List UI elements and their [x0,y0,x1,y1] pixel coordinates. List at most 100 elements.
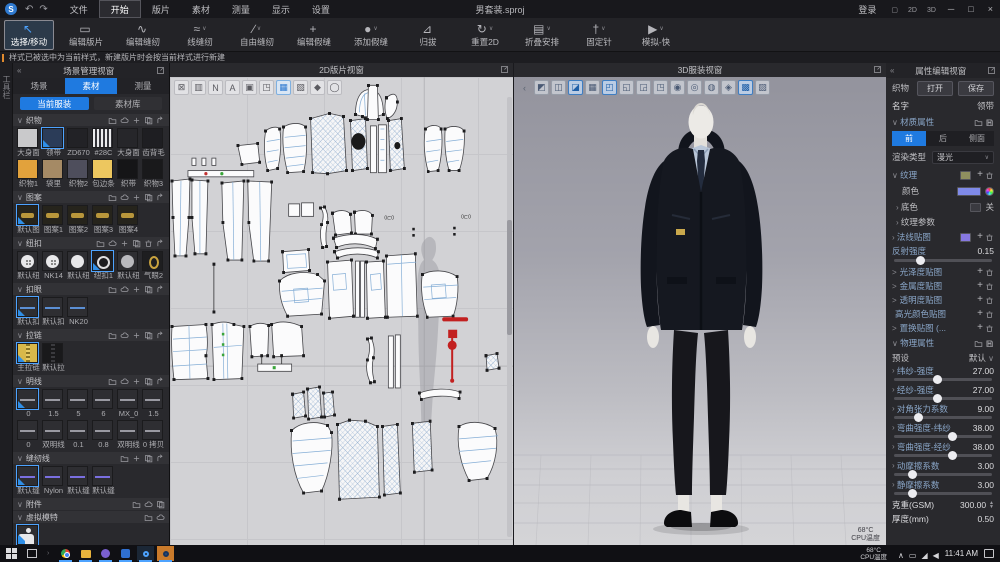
physics-section-header[interactable]: ∨ 物理属性 [886,335,1000,351]
section-action-icon[interactable] [156,500,165,509]
3d-tool-icon[interactable]: ◪ [568,80,583,95]
button-item[interactable]: 默认纽 [17,251,40,280]
section-action-icon[interactable] [156,193,165,202]
save-icon[interactable] [985,339,994,348]
2d-tool-icon[interactable]: ▦ [276,80,291,95]
preset-value[interactable]: 默认 [969,352,986,364]
map-row[interactable]: > 金属度贴图 + [886,279,1000,293]
add-icon[interactable]: + [977,267,983,277]
menu-item[interactable]: 版片 [141,0,181,18]
section-action-icon[interactable] [132,285,141,294]
menu-item[interactable]: 素材 [181,0,221,18]
slider-knob[interactable] [916,256,925,265]
panel-tab[interactable]: 素材 [65,78,117,94]
ribbon-tool-button[interactable]: + 编辑假缝 [289,20,339,50]
button-item[interactable]: 默认纽 [117,251,140,280]
login-button[interactable]: 登录 [858,3,876,16]
trash-icon[interactable] [985,233,994,242]
menu-item[interactable]: 测量 [221,0,261,18]
pattern-item[interactable]: 默认图 [17,205,40,234]
fabric-item[interactable]: 袋里 [42,159,65,188]
param-slider[interactable] [894,378,992,381]
float-window-icon[interactable] [500,65,509,74]
slider-knob[interactable] [908,470,917,479]
menu-item[interactable]: 开始 [99,0,141,18]
3d-tool-icon[interactable]: ◱ [619,80,634,95]
float-window-icon[interactable] [987,66,996,75]
section-action-icon[interactable] [120,454,129,463]
section-action-icon[interactable] [108,239,117,248]
topstitch-item[interactable]: 0 拷贝 [142,420,165,449]
section-action-icon[interactable] [108,377,117,386]
fabric-item[interactable]: 齿背毛 [142,128,165,157]
section-action-icon[interactable] [144,454,153,463]
section-action-icon[interactable] [120,377,129,386]
section-action-icon[interactable] [156,116,165,125]
section-action-icon[interactable] [144,377,153,386]
section-action-icon[interactable] [108,116,117,125]
topstitch-item[interactable]: 6 [92,389,115,418]
material-section-header[interactable]: ∨ 材质属性 [886,114,1000,130]
start-button[interactable] [6,548,17,559]
collapsed-panel-tab[interactable]: 工具栏 [0,63,13,545]
ribbon-tool-button[interactable]: ●∨ 添加假缝 [346,20,396,50]
button-item[interactable]: 默认纽 [67,251,90,280]
param-slider[interactable] [894,492,992,495]
texture-row[interactable]: ∨ 纹理 + [886,167,1000,183]
trash-icon[interactable] [985,310,994,319]
float-window-icon[interactable] [156,66,165,75]
task-view-button[interactable] [27,549,37,558]
topstitch-item[interactable]: 1.5 [42,389,65,418]
buttonhole-item[interactable]: 默认扣 [17,297,40,326]
tray-icon[interactable]: ∧ [898,551,904,560]
3d-tool-icon[interactable]: ◳ [653,80,668,95]
thread-item[interactable]: 默认缝 [92,466,115,495]
save-icon[interactable] [985,118,994,127]
normal-map-row[interactable]: › 法线贴图 + [886,229,1000,245]
param-slider[interactable] [894,416,992,419]
fabric-item[interactable]: #28C [92,128,115,157]
maximize-button[interactable]: □ [961,0,980,18]
fabric-item[interactable]: 织物3 [142,159,165,188]
section-action-icon[interactable] [156,285,165,294]
section-action-icon[interactable] [156,454,165,463]
fabric-item[interactable]: 包边条 [92,159,115,188]
name-value[interactable]: 领带 [977,100,994,112]
menu-item[interactable]: 设置 [301,0,341,18]
section-action-icon[interactable] [108,331,117,340]
map-row[interactable]: > 透明度贴图 + [886,293,1000,307]
section-action-icon[interactable] [144,116,153,125]
thread-item[interactable]: 默认缝 [17,466,40,495]
thread-item[interactable]: Nylon [42,466,65,495]
trash-icon[interactable] [985,324,994,333]
trash-icon[interactable] [985,282,994,291]
buttonhole-item[interactable]: NK20 [67,297,90,326]
float-window-icon[interactable] [873,65,882,74]
ribbon-tool-button[interactable]: ⊿ 归拔 [403,20,453,50]
taskbar-app-icon[interactable] [57,546,74,561]
layout-toggle-icon[interactable]: 2D [908,7,917,14]
3d-tool-icon[interactable]: ◈ [721,80,736,95]
fabric-item[interactable]: 大身面 [117,128,140,157]
section-header-attachment[interactable]: ∨ 附件 [13,498,169,510]
buttonhole-item[interactable]: 默认扣 [42,297,65,326]
topstitch-item[interactable]: 0 [17,420,40,449]
topstitch-item[interactable]: 5 [67,389,90,418]
tray-icon[interactable]: ◀ [933,551,939,560]
menu-item[interactable]: 显示 [261,0,301,18]
2d-tool-icon[interactable]: ◯ [327,80,342,95]
add-icon[interactable]: + [977,281,983,291]
2d-tool-icon[interactable]: ⊠ [174,80,189,95]
2d-tool-icon[interactable]: N [208,80,223,95]
base-color-swatch[interactable] [970,203,981,212]
button-item[interactable]: 气眼2 [142,251,165,280]
render-type-select[interactable]: 漫光 ∨ [932,151,994,164]
section-action-icon[interactable] [144,193,153,202]
section-action-icon[interactable] [156,377,165,386]
taskbar-clock[interactable]: 11:41 AM [945,549,978,558]
2d-tool-icon[interactable]: ◳ [259,80,274,95]
section-action-icon[interactable] [132,239,141,248]
gsm-value[interactable]: 300.00 [960,500,986,510]
avatar-item[interactable] [17,525,40,545]
color-wheel-icon[interactable] [985,187,994,196]
